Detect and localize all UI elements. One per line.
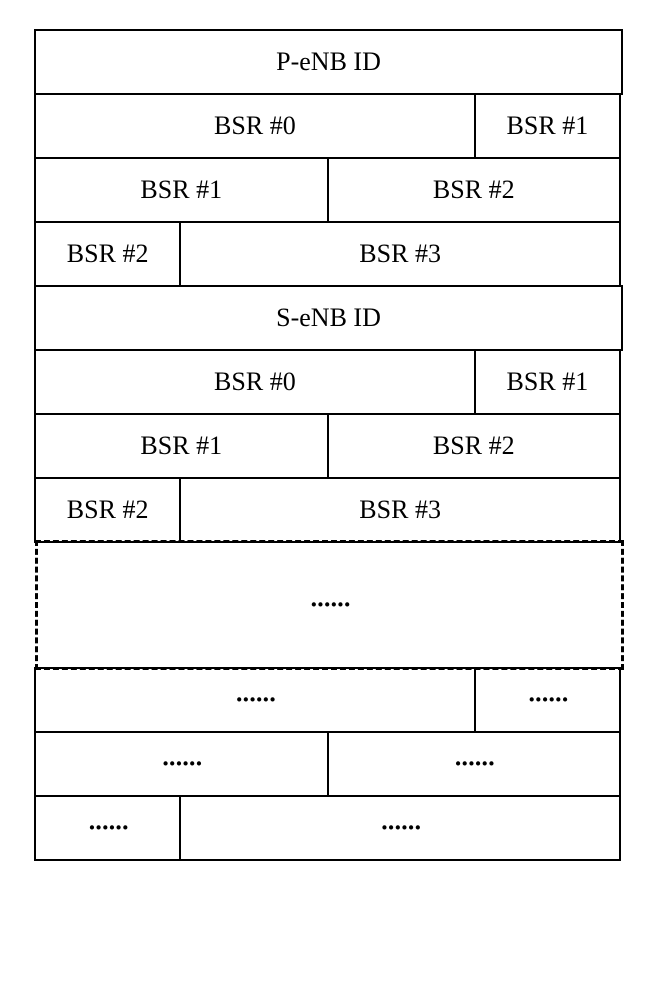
- ellipsis-text: ······: [309, 590, 349, 620]
- row-bsr2-bsr3-b: BSR #2 BSR #3: [35, 478, 624, 542]
- row-bsr2-bsr3: BSR #2 BSR #3: [35, 222, 624, 286]
- row-p-enb-id: P-eNB ID: [35, 30, 624, 94]
- cell-bsr1-partial-b: BSR #1: [474, 349, 621, 415]
- row-ellipsis-b: ······ ······: [35, 732, 624, 796]
- row-bsr1-bsr2: BSR #1 BSR #2: [35, 158, 624, 222]
- row-ellipsis-a: ······ ······: [35, 668, 624, 732]
- cell-ellipsis-b2: ······: [327, 731, 622, 797]
- row-dashed-ellipsis: ······: [35, 540, 624, 670]
- cell-bsr2-b: BSR #2: [34, 477, 181, 543]
- row-ellipsis-c: ······ ······: [35, 796, 624, 860]
- cell-bsr1: BSR #1: [34, 157, 329, 223]
- cell-ellipsis-c1: ······: [34, 795, 181, 861]
- cell-p-enb-id: P-eNB ID: [34, 29, 623, 95]
- cell-ellipsis-a2: ······: [474, 667, 621, 733]
- packet-structure-diagram: P-eNB ID BSR #0 BSR #1 BSR #1 BSR #2 BSR…: [35, 30, 624, 860]
- cell-bsr2: BSR #2: [34, 221, 181, 287]
- cell-bsr3: BSR #3: [179, 221, 621, 287]
- cell-s-enb-id: S-eNB ID: [34, 285, 623, 351]
- cell-bsr0-b: BSR #0: [34, 349, 476, 415]
- cell-ellipsis-c2: ······: [179, 795, 621, 861]
- cell-bsr2-partial: BSR #2: [327, 157, 622, 223]
- cell-ellipsis-a1: ······: [34, 667, 476, 733]
- cell-bsr2-partial-b: BSR #2: [327, 413, 622, 479]
- cell-bsr1-b: BSR #1: [34, 413, 329, 479]
- cell-bsr1-partial: BSR #1: [474, 93, 621, 159]
- cell-bsr0: BSR #0: [34, 93, 476, 159]
- row-bsr0-bsr1-b: BSR #0 BSR #1: [35, 350, 624, 414]
- cell-bsr3-b: BSR #3: [179, 477, 621, 543]
- row-bsr0-bsr1: BSR #0 BSR #1: [35, 94, 624, 158]
- row-bsr1-bsr2-b: BSR #1 BSR #2: [35, 414, 624, 478]
- cell-ellipsis-b1: ······: [34, 731, 329, 797]
- row-s-enb-id: S-eNB ID: [35, 286, 624, 350]
